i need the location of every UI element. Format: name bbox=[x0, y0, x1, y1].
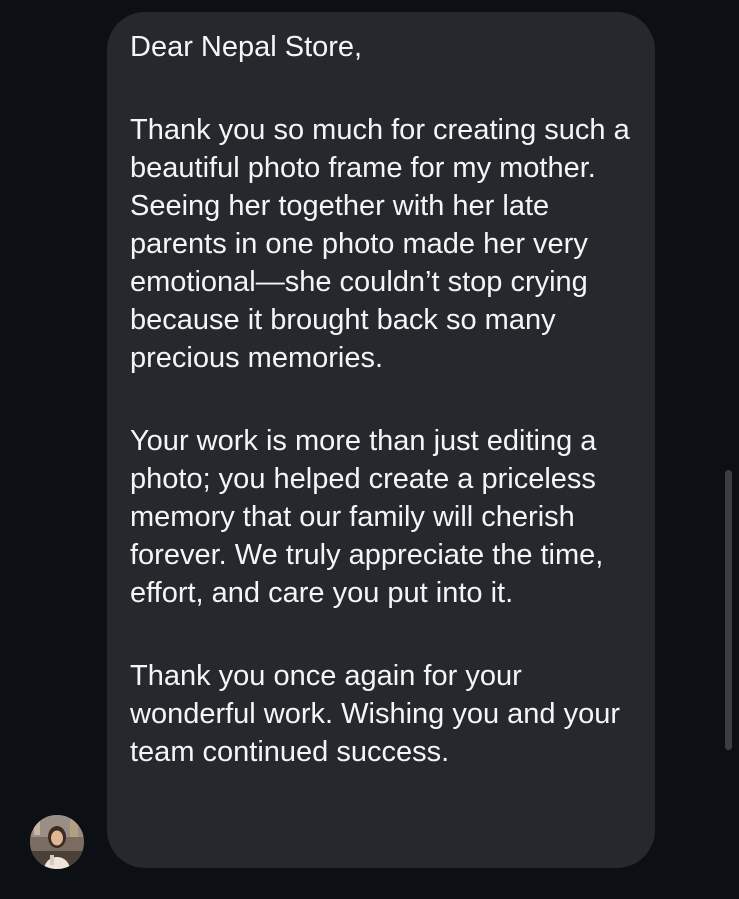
chat-scrollbar-thumb[interactable] bbox=[725, 470, 732, 750]
sender-avatar[interactable] bbox=[30, 815, 84, 869]
chat-scrollbar[interactable] bbox=[725, 470, 732, 750]
received-message-bubble[interactable]: Dear Nepal Store, Thank you so much for … bbox=[107, 12, 655, 868]
message-paragraph-1: Thank you so much for creating such a be… bbox=[130, 114, 630, 374]
message-paragraph-2: Your work is more than just editing a ph… bbox=[130, 425, 604, 609]
profile-photo-icon bbox=[30, 815, 84, 869]
message-paragraph-3: Thank you once again for your wonderful … bbox=[130, 660, 621, 768]
message-greeting: Dear Nepal Store, bbox=[130, 31, 363, 63]
chat-thread: Dear Nepal Store, Thank you so much for … bbox=[0, 0, 739, 899]
